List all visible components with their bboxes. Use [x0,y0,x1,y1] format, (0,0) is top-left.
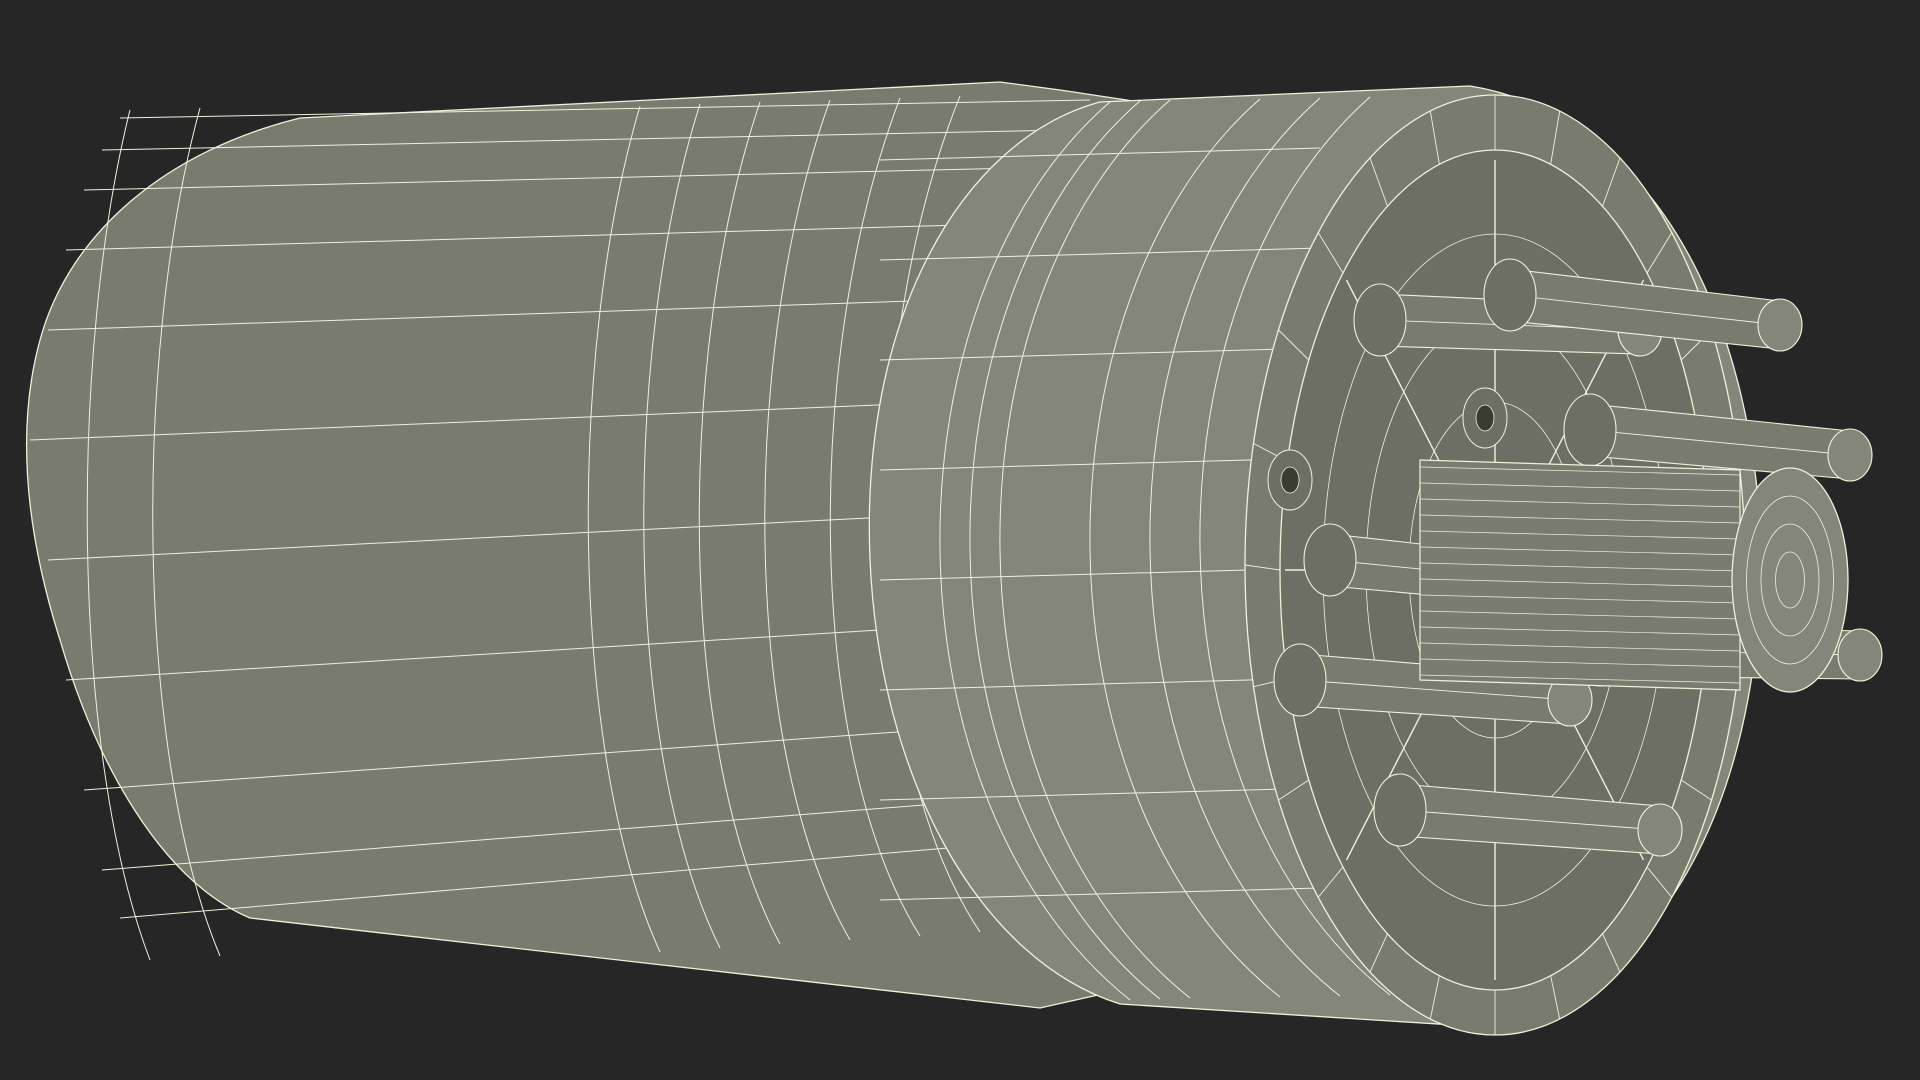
mounting-hole [1462,387,1508,449]
wireframe-render [0,0,1920,1080]
render-viewport [0,0,1920,1080]
center-key-post [1419,459,1849,693]
mounting-hole [1267,449,1313,511]
